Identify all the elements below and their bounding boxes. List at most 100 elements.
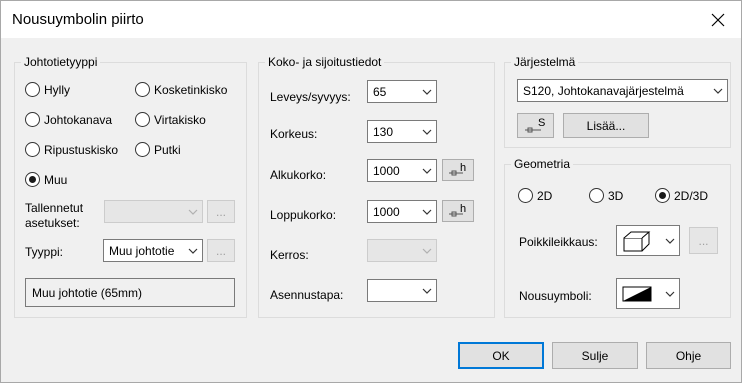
- chevron-down-icon: [709, 80, 727, 101]
- radio-3d[interactable]: 3D: [589, 188, 623, 203]
- radio-virtakisko-circle: [135, 112, 150, 127]
- select-system-button[interactable]: S: [517, 113, 554, 138]
- radio-kosketinkisko-circle: [135, 82, 150, 97]
- poikki-combo[interactable]: [616, 225, 680, 256]
- radio-3d-label: 3D: [608, 188, 624, 203]
- geometria-group: Geometria 2D 3D 2D/3D Poikkileikkaus: ..…: [504, 157, 731, 318]
- radio-2d3d-label: 2D/3D: [674, 188, 709, 203]
- radio-2d-circle: [518, 188, 533, 203]
- radio-ripustuskisko[interactable]: Ripustuskisko: [25, 142, 118, 157]
- loppukorko-label: Loppukorko:: [270, 208, 337, 222]
- nousu-label: Nousuymboli:: [519, 289, 592, 303]
- radio-putki-circle: [135, 142, 150, 157]
- dialog-window: Nousuymbolin piirto Johtotietyyppi Hylly…: [0, 0, 742, 383]
- leveys-label: Leveys/syvyys:: [270, 90, 351, 104]
- ok-button[interactable]: OK: [458, 342, 544, 369]
- tallennetut-combo[interactable]: [104, 200, 203, 223]
- poikki-preview: [622, 230, 661, 252]
- johtotietyyppi-group-title: Johtotietyyppi: [21, 55, 101, 69]
- korkeus-combo[interactable]: 130: [367, 120, 437, 143]
- tyyppi-combo[interactable]: Muu johtotie: [103, 239, 203, 262]
- chevron-down-icon: [418, 280, 436, 301]
- geometria-group-title: Geometria: [511, 157, 574, 171]
- chevron-down-icon: [418, 160, 436, 181]
- rise-symbol-icon: [622, 286, 652, 301]
- nousu-preview: [622, 285, 661, 303]
- radio-putki-label: Putki: [154, 142, 181, 157]
- kerros-label: Kerros:: [270, 248, 309, 262]
- radio-hylly-label: Hylly: [44, 82, 70, 97]
- radio-hylly-circle: [25, 82, 40, 97]
- johtotietyyppi-group: Johtotietyyppi Hylly Kosketinkisko Johto…: [14, 55, 247, 318]
- nousu-combo[interactable]: [616, 278, 680, 309]
- asennustapa-combo[interactable]: [367, 279, 437, 302]
- chevron-down-icon: [184, 240, 202, 261]
- radio-johtokanava-circle: [25, 112, 40, 127]
- kerros-combo[interactable]: [367, 239, 437, 262]
- radio-2d3d[interactable]: 2D/3D: [655, 188, 708, 203]
- radio-putki[interactable]: Putki: [135, 142, 181, 157]
- tyyppi-combo-value: Muu johtotie: [109, 243, 175, 258]
- alkukorko-pick-button[interactable]: h: [442, 159, 474, 181]
- radio-virtakisko[interactable]: Virtakisko: [135, 112, 206, 127]
- radio-ripustuskisko-label: Ripustuskisko: [44, 142, 119, 157]
- jarjestelma-group: Järjestelmä S120, Johtokanavajärjestelmä…: [504, 55, 731, 148]
- jarjestelma-combo-value: S120, Johtokanavajärjestelmä: [523, 83, 684, 98]
- poikki-browse-button[interactable]: ...: [689, 227, 718, 254]
- tyyppi-label: Tyyppi:: [25, 245, 64, 259]
- alkukorko-label: Alkukorko:: [270, 168, 327, 182]
- korkeus-label: Korkeus:: [270, 127, 318, 141]
- chevron-down-icon: [418, 240, 436, 261]
- radio-2d-label: 2D: [537, 188, 553, 203]
- alkukorko-pick-glyph: h: [460, 162, 467, 174]
- radio-hylly[interactable]: Hylly: [25, 82, 70, 97]
- radio-ripustuskisko-circle: [25, 142, 40, 157]
- loppukorko-combo[interactable]: 1000: [367, 200, 437, 223]
- alkukorko-combo[interactable]: 1000: [367, 159, 437, 182]
- lisaa-button[interactable]: Lisää...: [563, 113, 649, 138]
- loppukorko-pick-glyph: h: [460, 203, 467, 215]
- loppukorko-pick-button[interactable]: h: [442, 200, 474, 222]
- tallennetut-label-line2: asetukset:: [25, 216, 80, 230]
- radio-2d[interactable]: 2D: [518, 188, 552, 203]
- cross-section-box-icon: [623, 231, 651, 251]
- select-system-glyph: S: [538, 117, 546, 129]
- radio-muu-circle: [25, 172, 40, 187]
- poikki-label: Poikkileikkaus:: [519, 235, 598, 249]
- poikki-browse-label: ...: [698, 233, 709, 248]
- close-icon: [711, 13, 725, 26]
- sulje-button-label: Sulje: [581, 348, 609, 363]
- radio-muu[interactable]: Muu: [25, 172, 67, 187]
- radio-muu-label: Muu: [44, 172, 68, 187]
- lisaa-button-label: Lisää...: [586, 118, 626, 133]
- tyyppi-browse-button[interactable]: ...: [207, 239, 235, 262]
- leveys-combo[interactable]: 65: [367, 80, 437, 103]
- alkukorko-combo-value: 1000: [373, 163, 400, 178]
- radio-kosketinkisko-label: Kosketinkisko: [154, 82, 228, 97]
- jarjestelma-group-title: Järjestelmä: [511, 55, 579, 69]
- sulje-button[interactable]: Sulje: [552, 342, 638, 369]
- radio-2d3d-circle: [655, 188, 670, 203]
- radio-johtokanava[interactable]: Johtokanava: [25, 112, 112, 127]
- ohje-button[interactable]: Ohje: [646, 342, 731, 369]
- chevron-down-icon: [184, 201, 202, 222]
- window-title: Nousuymbolin piirto: [12, 11, 144, 28]
- ok-button-label: OK: [492, 348, 510, 363]
- ohje-button-label: Ohje: [675, 348, 702, 363]
- tallennetut-label-line1: Tallennetut: [25, 201, 84, 215]
- korkeus-combo-value: 130: [373, 124, 394, 139]
- summary-field: Muu johtotie (65mm): [25, 278, 235, 307]
- loppukorko-combo-value: 1000: [373, 204, 400, 219]
- jarjestelma-combo[interactable]: S120, Johtokanavajärjestelmä: [517, 79, 728, 102]
- chevron-down-icon: [661, 283, 679, 304]
- chevron-down-icon: [418, 81, 436, 102]
- tallennetut-browse-button[interactable]: ...: [207, 200, 235, 223]
- koko-group-title: Koko- ja sijoitustiedot: [265, 55, 385, 69]
- chevron-down-icon: [661, 230, 679, 251]
- radio-virtakisko-label: Virtakisko: [154, 112, 206, 127]
- radio-johtokanava-label: Johtokanava: [44, 112, 113, 127]
- radio-kosketinkisko[interactable]: Kosketinkisko: [135, 82, 227, 97]
- chevron-down-icon: [418, 201, 436, 222]
- close-button[interactable]: [695, 1, 741, 38]
- leveys-combo-value: 65: [373, 84, 387, 99]
